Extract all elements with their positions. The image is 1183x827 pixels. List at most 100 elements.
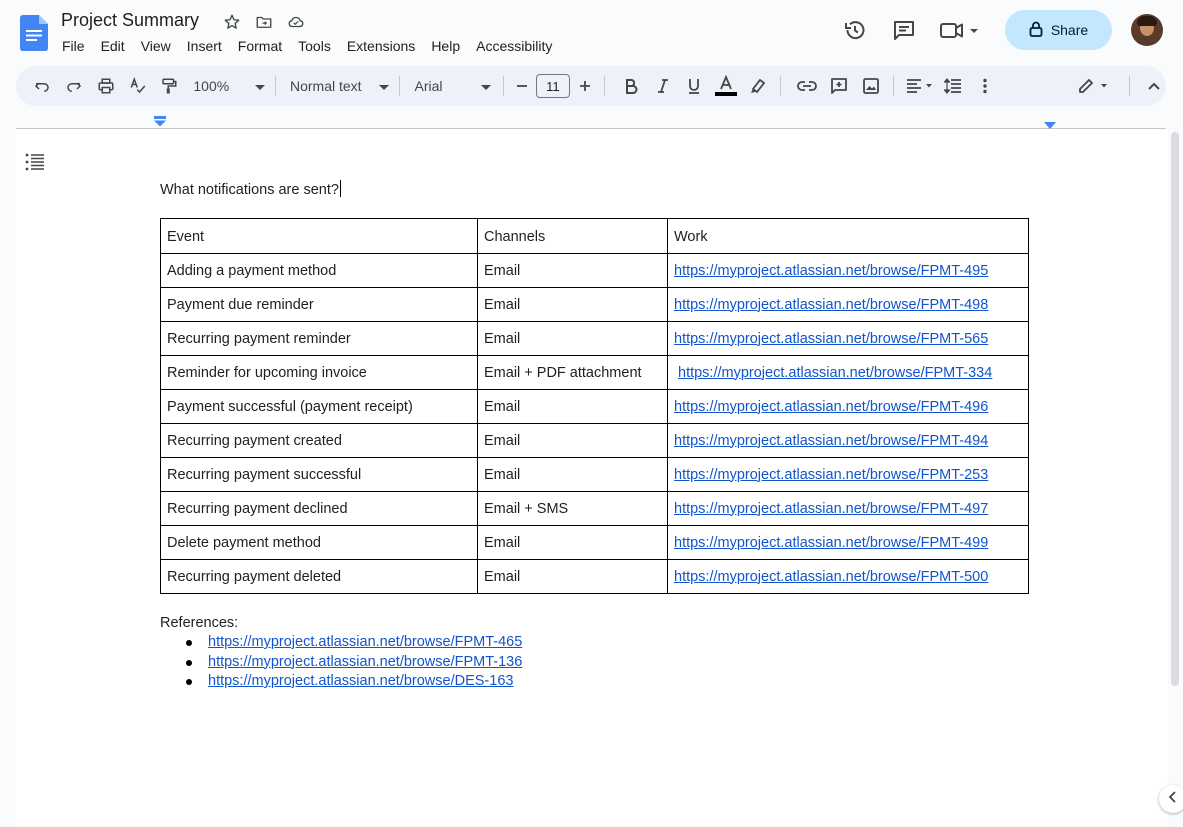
bullet bbox=[186, 659, 192, 666]
insert-image-icon[interactable] bbox=[859, 72, 883, 100]
event-cell: Recurring payment created bbox=[160, 423, 478, 458]
insert-link-icon[interactable] bbox=[795, 72, 819, 100]
work-link[interactable]: https://myproject.atlassian.net/browse/F… bbox=[674, 433, 988, 449]
menu-tools[interactable]: Tools bbox=[290, 36, 339, 56]
work-cell: https://myproject.atlassian.net/browse/F… bbox=[667, 321, 1029, 356]
event-cell: Recurring payment successful bbox=[160, 457, 478, 492]
cloud-status-icon[interactable] bbox=[285, 12, 307, 32]
text-color-icon[interactable] bbox=[714, 72, 738, 100]
collapse-menus-icon[interactable] bbox=[1142, 72, 1166, 100]
version-history-icon[interactable] bbox=[835, 10, 875, 50]
meet-icon[interactable] bbox=[933, 10, 987, 50]
print-icon[interactable] bbox=[94, 72, 118, 100]
reference-link[interactable]: https://myproject.atlassian.net/browse/F… bbox=[208, 654, 522, 670]
event-cell: Reminder for upcoming invoice bbox=[160, 355, 478, 390]
menu-insert[interactable]: Insert bbox=[179, 36, 230, 56]
table-row: Recurring payment declined Email + SMS h… bbox=[160, 491, 1029, 526]
redo-icon[interactable] bbox=[62, 72, 86, 100]
list-item: https://myproject.atlassian.net/browse/D… bbox=[160, 672, 522, 692]
menu-accessibility[interactable]: Accessibility bbox=[468, 36, 560, 56]
decrease-font-size-icon[interactable] bbox=[512, 72, 532, 100]
paragraph-style-value: Normal text bbox=[290, 78, 362, 94]
paragraph-style-select[interactable]: Normal text bbox=[290, 78, 390, 94]
chevron-down-icon bbox=[379, 78, 390, 94]
references-list: https://myproject.atlassian.net/browse/F… bbox=[160, 633, 522, 692]
add-comment-icon[interactable] bbox=[827, 72, 851, 100]
header-event: Event bbox=[160, 218, 478, 254]
document-outline-icon[interactable] bbox=[25, 153, 45, 176]
top-bar: Project Summary File Edit View Insert Fo… bbox=[0, 0, 1183, 64]
underline-icon[interactable] bbox=[682, 72, 706, 100]
line-spacing-icon[interactable] bbox=[942, 72, 966, 100]
work-link[interactable]: https://myproject.atlassian.net/browse/F… bbox=[674, 467, 988, 483]
font-family-select[interactable]: Arial bbox=[414, 78, 492, 94]
spellcheck-icon[interactable] bbox=[126, 72, 150, 100]
move-folder-icon[interactable] bbox=[253, 12, 275, 32]
editing-mode-icon[interactable] bbox=[1075, 72, 1115, 100]
menu-file[interactable]: File bbox=[54, 36, 93, 56]
bold-icon[interactable] bbox=[619, 72, 643, 100]
work-link[interactable]: https://myproject.atlassian.net/browse/F… bbox=[674, 399, 988, 415]
menu-bar: File Edit View Insert Format Tools Exten… bbox=[54, 36, 560, 56]
menu-edit[interactable]: Edit bbox=[93, 36, 133, 56]
work-cell: https://myproject.atlassian.net/browse/F… bbox=[667, 287, 1029, 322]
italic-icon[interactable] bbox=[651, 72, 675, 100]
top-right-actions: Share bbox=[826, 10, 1163, 50]
increase-font-size-icon[interactable] bbox=[574, 72, 596, 100]
chevron-left-icon bbox=[1168, 790, 1178, 808]
paint-format-icon[interactable] bbox=[158, 72, 182, 100]
work-cell: https://myproject.atlassian.net/browse/F… bbox=[667, 423, 1029, 458]
channels-cell: Email bbox=[477, 423, 668, 458]
list-item: https://myproject.atlassian.net/browse/F… bbox=[160, 633, 522, 653]
document-title[interactable]: Project Summary bbox=[61, 10, 199, 31]
header-channels: Channels bbox=[477, 218, 668, 254]
menu-extensions[interactable]: Extensions bbox=[339, 36, 423, 56]
event-cell: Recurring payment deleted bbox=[160, 559, 478, 594]
table-row: Recurring payment reminder Email https:/… bbox=[160, 321, 1029, 356]
toolbar-divider bbox=[892, 76, 894, 96]
chevron-down-icon bbox=[481, 78, 492, 94]
channels-cell: Email bbox=[477, 287, 668, 322]
work-link[interactable]: https://myproject.atlassian.net/browse/F… bbox=[674, 331, 988, 347]
event-cell: Adding a payment method bbox=[160, 253, 478, 288]
side-panel-toggle[interactable] bbox=[1159, 785, 1183, 813]
docs-logo-icon[interactable] bbox=[20, 15, 48, 56]
font-size-input[interactable]: 11 bbox=[535, 74, 570, 98]
menu-help[interactable]: Help bbox=[423, 36, 468, 56]
toolbar-divider bbox=[275, 76, 276, 96]
event-cell: Delete payment method bbox=[160, 525, 478, 560]
header-work: Work bbox=[667, 218, 1029, 254]
reference-link[interactable]: https://myproject.atlassian.net/browse/F… bbox=[208, 634, 522, 650]
event-cell: Recurring payment declined bbox=[160, 491, 478, 526]
share-button[interactable]: Share bbox=[1005, 10, 1112, 50]
work-link[interactable]: https://myproject.atlassian.net/browse/F… bbox=[674, 569, 988, 585]
star-icon[interactable] bbox=[221, 12, 243, 32]
menu-view[interactable]: View bbox=[133, 36, 179, 56]
zoom-select[interactable]: 100% bbox=[193, 78, 265, 94]
toolbar-divider bbox=[1129, 76, 1131, 96]
table-row: Reminder for upcoming invoice Email + PD… bbox=[160, 355, 1029, 390]
menu-format[interactable]: Format bbox=[230, 36, 290, 56]
work-link[interactable]: https://myproject.atlassian.net/browse/F… bbox=[674, 297, 988, 313]
work-link[interactable]: https://myproject.atlassian.net/browse/F… bbox=[674, 365, 992, 381]
work-link[interactable]: https://myproject.atlassian.net/browse/F… bbox=[674, 535, 988, 551]
font-family-value: Arial bbox=[414, 78, 443, 94]
reference-link[interactable]: https://myproject.atlassian.net/browse/D… bbox=[208, 673, 513, 689]
toolbar-divider bbox=[399, 76, 401, 96]
comments-icon[interactable] bbox=[884, 10, 924, 50]
undo-icon[interactable] bbox=[30, 72, 54, 100]
scrollbar-thumb[interactable] bbox=[1171, 132, 1179, 686]
channels-cell: Email bbox=[477, 253, 668, 288]
avatar[interactable] bbox=[1131, 14, 1163, 46]
more-options-icon[interactable] bbox=[975, 72, 995, 100]
channels-cell: Email + PDF attachment bbox=[477, 355, 668, 390]
work-link[interactable]: https://myproject.atlassian.net/browse/F… bbox=[674, 501, 988, 517]
work-link[interactable]: https://myproject.atlassian.net/browse/F… bbox=[674, 263, 988, 279]
question-text: What notifications are sent? bbox=[160, 182, 339, 198]
highlight-color-icon[interactable] bbox=[746, 72, 770, 100]
chevron-down-icon bbox=[255, 78, 265, 94]
formatting-toolbar: 100% Normal text Arial 11 bbox=[16, 66, 1166, 106]
bullet bbox=[186, 640, 192, 646]
align-left-icon[interactable] bbox=[904, 72, 938, 100]
toolbar-divider bbox=[603, 76, 605, 96]
